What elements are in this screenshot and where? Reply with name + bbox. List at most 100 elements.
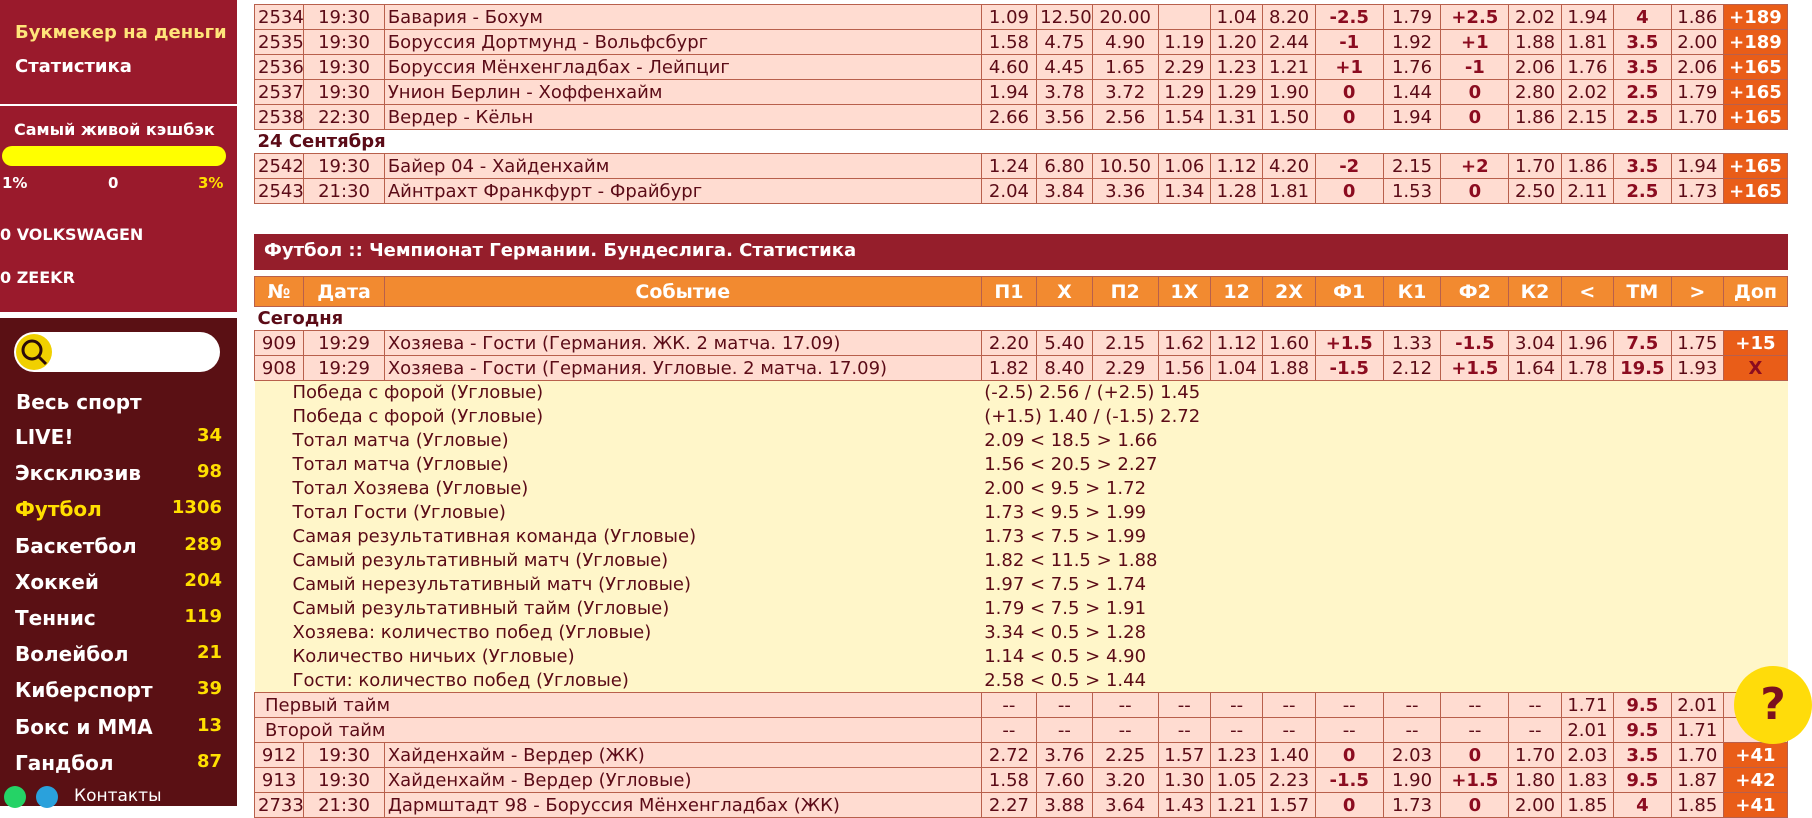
odds-cell[interactable]: 2.50 xyxy=(1508,178,1562,204)
help-button[interactable]: ? xyxy=(1734,666,1812,744)
table-row[interactable]: 2535 19:30 Боруссия Дортмунд - Вольфсбург 1… xyxy=(253,29,1789,55)
odds-cell[interactable]: -- xyxy=(1314,692,1384,718)
odds-cell[interactable]: 1.53 xyxy=(1382,178,1442,204)
market-odds[interactable]: 1.56 < 20.5 > 2.27 xyxy=(981,452,1788,477)
market-detail-row[interactable]: Победа с форой (Угловые) (-2.5) 2.56 / (+… xyxy=(254,380,1788,405)
odds-cell[interactable]: +2 xyxy=(1440,153,1510,179)
odds-cell[interactable]: 1.82 xyxy=(980,355,1038,381)
market-odds[interactable]: 2.09 < 18.5 > 1.66 xyxy=(981,428,1788,453)
table-row[interactable]: 2543 21:30 Айнтрахт Франкфурт - Фрайбург 2.… xyxy=(253,178,1789,204)
odds-cell[interactable]: -2 xyxy=(1314,153,1384,179)
odds-cell[interactable]: 0 xyxy=(1440,79,1510,105)
odds-cell[interactable]: -- xyxy=(1157,717,1211,743)
odds-cell[interactable]: 12.50 xyxy=(1036,4,1093,30)
odds-cell[interactable]: -- xyxy=(980,692,1038,718)
odds-cell[interactable]: 10.50 xyxy=(1091,153,1159,179)
odds-cell[interactable]: -- xyxy=(1382,692,1442,718)
table-row[interactable]: 909 19:29 Хозяева - Гости (Германия. ЖК. 2… xyxy=(253,330,1789,356)
odds-cell[interactable]: 1.58 xyxy=(980,767,1038,793)
extra-markets-button[interactable]: +42 xyxy=(1722,767,1789,793)
extra-markets-button[interactable]: +15 xyxy=(1722,330,1789,356)
odds-cell[interactable]: 1.92 xyxy=(1382,29,1442,55)
odds-cell[interactable]: 9.5 xyxy=(1613,717,1672,743)
market-detail-row[interactable]: Победа с форой (Угловые) (+1.5) 1.40 / (-… xyxy=(254,404,1788,429)
odds-cell[interactable]: 0 xyxy=(1440,742,1510,768)
odds-cell[interactable]: 4 xyxy=(1613,792,1672,818)
sport-item[interactable]: Футбол 1306 xyxy=(15,497,222,527)
odds-cell[interactable]: 0 xyxy=(1314,792,1384,818)
odds-cell[interactable]: 8.40 xyxy=(1036,355,1093,381)
odds-cell[interactable]: 1.75 xyxy=(1670,330,1724,356)
odds-cell[interactable]: 2.01 xyxy=(1560,717,1615,743)
odds-cell[interactable]: 1.21 xyxy=(1262,54,1316,80)
odds-cell[interactable]: 3.36 xyxy=(1091,178,1159,204)
odds-cell[interactable]: -- xyxy=(1036,692,1093,718)
odds-cell[interactable]: 1.57 xyxy=(1262,792,1316,818)
odds-cell[interactable]: 1.34 xyxy=(1157,178,1211,204)
extra-markets-button[interactable]: +189 xyxy=(1722,4,1789,30)
half-row[interactable]: Первый тайм -- -- -- -- -- -- -- -- -- -- 1.71 9.5 2.… xyxy=(254,692,1789,718)
odds-cell[interactable]: 1.19 xyxy=(1157,29,1211,55)
table-row[interactable]: 2542 19:30 Байер 04 - Хайденхайм 1.24 6.80 10… xyxy=(253,153,1789,179)
market-odds[interactable]: 1.14 < 0.5 > 4.90 xyxy=(981,644,1788,669)
odds-cell[interactable]: 1.81 xyxy=(1262,178,1316,204)
table-row[interactable]: 908 19:29 Хозяева - Гости (Германия. Углов… xyxy=(253,355,1789,381)
odds-cell[interactable]: 1.21 xyxy=(1209,792,1264,818)
extra-markets-button[interactable]: +165 xyxy=(1722,54,1789,80)
odds-cell[interactable]: 1.79 xyxy=(1382,4,1442,30)
odds-cell[interactable]: 2.15 xyxy=(1382,153,1442,179)
odds-cell[interactable]: 2.27 xyxy=(980,792,1038,818)
odds-cell[interactable]: +1.5 xyxy=(1314,330,1384,356)
odds-cell[interactable]: 1.83 xyxy=(1560,767,1615,793)
odds-cell[interactable] xyxy=(1157,4,1211,30)
odds-cell[interactable]: -- xyxy=(1091,692,1159,718)
odds-cell[interactable]: 4 xyxy=(1613,4,1672,30)
odds-cell[interactable]: 1.94 xyxy=(980,79,1038,105)
extra-markets-button[interactable]: +165 xyxy=(1722,153,1789,179)
odds-cell[interactable]: 2.03 xyxy=(1382,742,1442,768)
odds-cell[interactable]: -- xyxy=(1262,692,1316,718)
odds-cell[interactable]: 3.56 xyxy=(1036,104,1093,130)
market-detail-row[interactable]: Тотал Хозяева (Угловые) 2.00 < 9.5 > 1.72 xyxy=(254,476,1788,501)
market-odds[interactable]: 2.00 < 9.5 > 1.72 xyxy=(981,476,1788,501)
odds-cell[interactable]: 1.70 xyxy=(1508,742,1562,768)
odds-cell[interactable]: 1.05 xyxy=(1209,767,1264,793)
table-row[interactable]: 2733 21:30 Дармштадт 98 - Боруссия Мёнхенг… xyxy=(253,792,1789,818)
odds-cell[interactable]: 1.73 xyxy=(1670,178,1724,204)
odds-cell[interactable]: 1.71 xyxy=(1560,692,1615,718)
odds-cell[interactable]: 8.20 xyxy=(1262,4,1316,30)
odds-cell[interactable]: -1.5 xyxy=(1314,767,1384,793)
odds-cell[interactable]: 1.23 xyxy=(1209,54,1264,80)
odds-cell[interactable]: 3.76 xyxy=(1036,742,1093,768)
odds-cell[interactable]: 1.70 xyxy=(1508,153,1562,179)
table-row[interactable]: 2537 19:30 Унион Берлин - Хоффенхайм 1.94 3.… xyxy=(253,79,1789,105)
odds-cell[interactable]: -- xyxy=(1382,717,1442,743)
odds-cell[interactable]: 1.29 xyxy=(1209,79,1264,105)
odds-cell[interactable]: 3.5 xyxy=(1613,153,1672,179)
half-row[interactable]: Второй тайм -- -- -- -- -- -- -- -- -- -- 2.01 9.5 1.… xyxy=(254,717,1789,743)
odds-cell[interactable]: 4.20 xyxy=(1262,153,1316,179)
odds-cell[interactable]: +1 xyxy=(1314,54,1384,80)
odds-cell[interactable]: -1 xyxy=(1314,29,1384,55)
contacts-link[interactable]: Контакты xyxy=(74,786,162,806)
odds-cell[interactable]: 0 xyxy=(1440,792,1510,818)
market-odds[interactable]: 1.73 < 9.5 > 1.99 xyxy=(981,500,1788,525)
bookmaker-link[interactable]: Букмекер на деньги xyxy=(15,22,227,43)
odds-cell[interactable]: -1.5 xyxy=(1314,355,1384,381)
odds-cell[interactable]: 1.85 xyxy=(1560,792,1615,818)
sport-item[interactable]: Теннис 119 xyxy=(15,606,222,636)
market-odds[interactable]: 1.82 < 11.5 > 1.88 xyxy=(981,548,1788,573)
odds-cell[interactable]: 1.40 xyxy=(1262,742,1316,768)
market-odds[interactable]: 3.34 < 0.5 > 1.28 xyxy=(981,620,1788,645)
odds-cell[interactable]: 1.33 xyxy=(1382,330,1442,356)
odds-cell[interactable]: 1.20 xyxy=(1209,29,1264,55)
odds-cell[interactable]: 2.03 xyxy=(1560,742,1615,768)
odds-cell[interactable]: 1.60 xyxy=(1262,330,1316,356)
extra-markets-button[interactable]: +165 xyxy=(1722,104,1789,130)
odds-cell[interactable]: 2.06 xyxy=(1670,54,1724,80)
odds-cell[interactable]: 2.5 xyxy=(1613,178,1672,204)
odds-cell[interactable]: 0 xyxy=(1314,79,1384,105)
odds-cell[interactable]: 2.29 xyxy=(1157,54,1211,80)
odds-cell[interactable]: 2.56 xyxy=(1091,104,1159,130)
table-row[interactable]: 913 19:30 Хайденхайм - Вердер (Угловые) 1.5… xyxy=(253,767,1789,793)
